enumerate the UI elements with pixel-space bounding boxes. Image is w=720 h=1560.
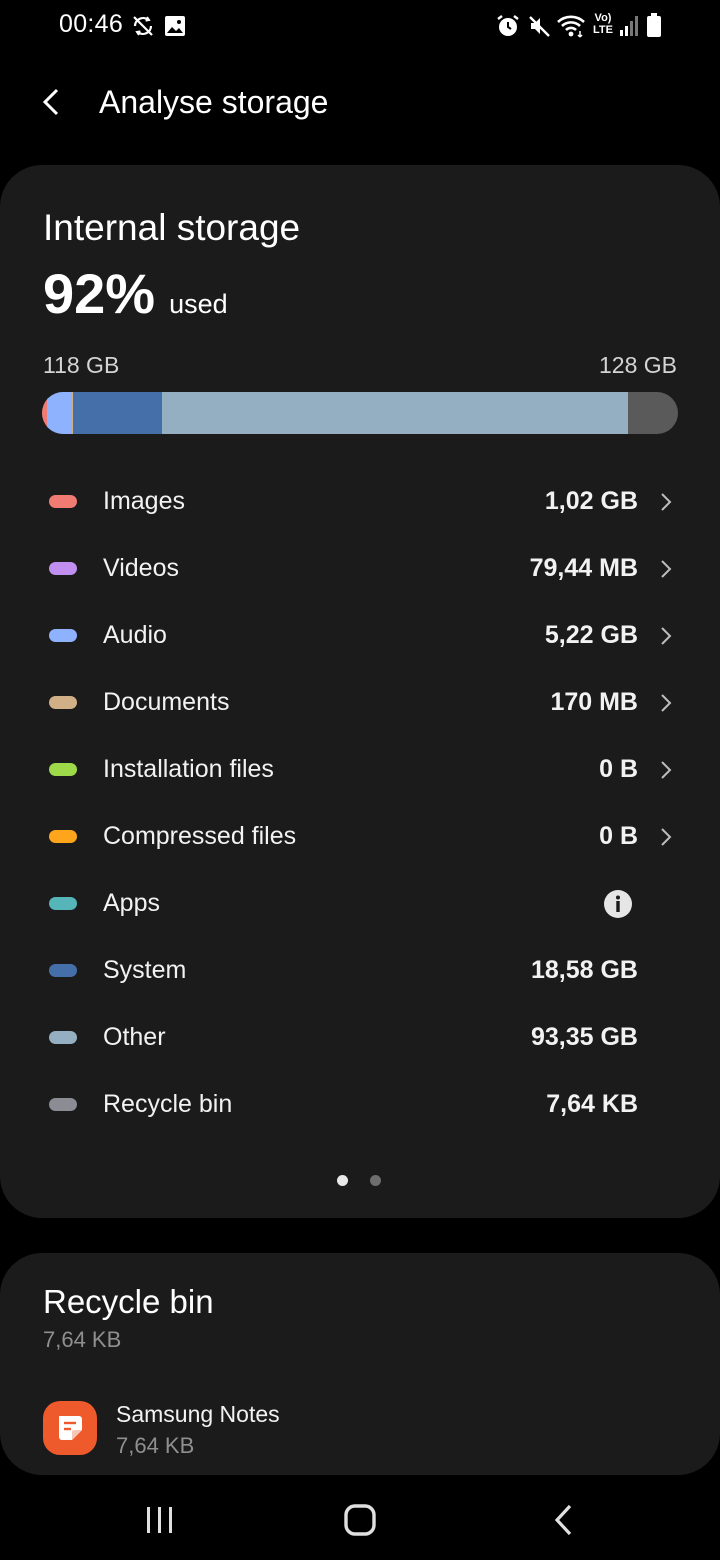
usage-percent: 92% — [43, 262, 156, 325]
category-row-other: Other 93,35 GB — [0, 1005, 720, 1072]
volte-label: Vo) — [594, 12, 612, 24]
category-label: Apps — [103, 889, 160, 917]
category-label: Audio — [103, 621, 167, 649]
recycle-bin-card[interactable]: Recycle bin 7,64 KB Samsung Notes 7,64 K… — [0, 1253, 720, 1475]
recycle-item-size: 7,64 KB — [116, 1433, 195, 1458]
category-color-dot — [49, 1031, 77, 1044]
category-row-documents[interactable]: Documents 170 MB — [0, 670, 720, 737]
category-label: Other — [103, 1023, 166, 1051]
page-dot[interactable] — [370, 1175, 381, 1186]
navigation-bar — [0, 1476, 720, 1560]
category-color-dot — [49, 696, 77, 709]
category-size: 5,22 GB — [544, 621, 638, 649]
recycle-bin-title: Recycle bin — [43, 1283, 214, 1320]
category-color-dot — [49, 897, 77, 910]
category-row-apps: Apps — [0, 871, 720, 938]
recent-apps-icon — [147, 1507, 172, 1533]
category-size: 0 B — [599, 755, 638, 783]
home-icon — [344, 1504, 376, 1536]
usage-summary: 92% used — [43, 261, 228, 326]
category-row-images[interactable]: Images 1,02 GB — [0, 469, 720, 536]
recent-apps-button[interactable] — [136, 1496, 184, 1544]
back-arrow-icon — [42, 88, 59, 116]
usage-segment-system — [73, 392, 163, 434]
lte-label: LTE — [593, 24, 613, 36]
nav-back-button[interactable] — [540, 1496, 588, 1544]
category-color-dot — [49, 830, 77, 843]
usage-segment-other — [162, 392, 629, 434]
recycle-bin-item[interactable]: Samsung Notes 7,64 KB — [43, 1401, 683, 1458]
back-icon — [554, 1504, 572, 1536]
storage-usage-bar — [42, 392, 678, 434]
chevron-right-icon[interactable] — [657, 625, 675, 647]
app-bar: Analyse storage — [0, 72, 720, 136]
category-row-videos[interactable]: Videos 79,44 MB — [0, 536, 720, 603]
category-label: Documents — [103, 688, 230, 716]
storage-title: Internal storage — [43, 207, 301, 248]
category-label: Videos — [103, 554, 179, 582]
usage-segment-audio — [47, 392, 73, 434]
mute-icon — [529, 16, 550, 37]
category-size: 1,02 GB — [544, 487, 638, 515]
back-button[interactable] — [30, 78, 78, 126]
chevron-right-icon[interactable] — [657, 759, 675, 781]
category-size: 170 MB — [550, 688, 638, 716]
category-color-dot — [49, 562, 77, 575]
samsung-notes-icon — [43, 1401, 97, 1455]
page-dot[interactable] — [337, 1175, 348, 1186]
total-capacity: 128 GB — [599, 352, 677, 378]
category-size: 93,35 GB — [530, 1023, 638, 1051]
category-color-dot — [49, 495, 77, 508]
volte-lte-icon: Vo) LTE — [590, 12, 616, 40]
usage-label: used — [169, 289, 228, 319]
chevron-right-icon[interactable] — [657, 692, 675, 714]
recycle-item-name: Samsung Notes — [116, 1401, 280, 1427]
category-label: System — [103, 956, 187, 984]
category-label: Recycle bin — [103, 1090, 233, 1118]
wifi-icon — [557, 15, 585, 38]
chevron-right-icon[interactable] — [657, 558, 675, 580]
status-time: 00:46 — [59, 10, 124, 38]
signal-icon — [620, 16, 638, 36]
internal-storage-card: Internal storage 92% used 118 GB 128 GB I… — [0, 165, 720, 1218]
chevron-right-icon[interactable] — [657, 491, 675, 513]
alarm-icon — [497, 15, 519, 36]
page-title: Analyse storage — [99, 84, 329, 120]
info-icon[interactable] — [603, 889, 633, 919]
category-row-compressed-files[interactable]: Compressed files 0 B — [0, 804, 720, 871]
used-capacity: 118 GB — [43, 352, 120, 378]
sync-off-icon — [133, 16, 153, 36]
status-bar: 00:46 Vo) LTE — [0, 0, 720, 56]
category-size: 7,64 KB — [546, 1090, 638, 1118]
category-list: Images 1,02 GB Videos 79,44 MB Audio 5,22 GB D… — [0, 469, 720, 1139]
category-size: 0 B — [599, 822, 638, 850]
category-row-recycle-bin: Recycle bin 7,64 KB — [0, 1072, 720, 1139]
page-indicator — [0, 1173, 720, 1187]
chevron-right-icon[interactable] — [657, 826, 675, 848]
image-icon — [165, 16, 185, 36]
category-size: 79,44 MB — [529, 554, 638, 582]
recycle-bin-size: 7,64 KB — [43, 1327, 122, 1352]
category-label: Compressed files — [103, 822, 297, 850]
category-color-dot — [49, 763, 77, 776]
home-button[interactable] — [336, 1496, 384, 1544]
category-color-dot — [49, 964, 77, 977]
category-color-dot — [49, 1098, 77, 1111]
category-label: Installation files — [103, 755, 274, 783]
category-row-installation-files[interactable]: Installation files 0 B — [0, 737, 720, 804]
category-row-system: System 18,58 GB — [0, 938, 720, 1005]
battery-icon — [647, 13, 661, 37]
category-color-dot — [49, 629, 77, 642]
category-row-audio[interactable]: Audio 5,22 GB — [0, 603, 720, 670]
category-label: Images — [103, 487, 185, 515]
category-size: 18,58 GB — [530, 956, 638, 984]
